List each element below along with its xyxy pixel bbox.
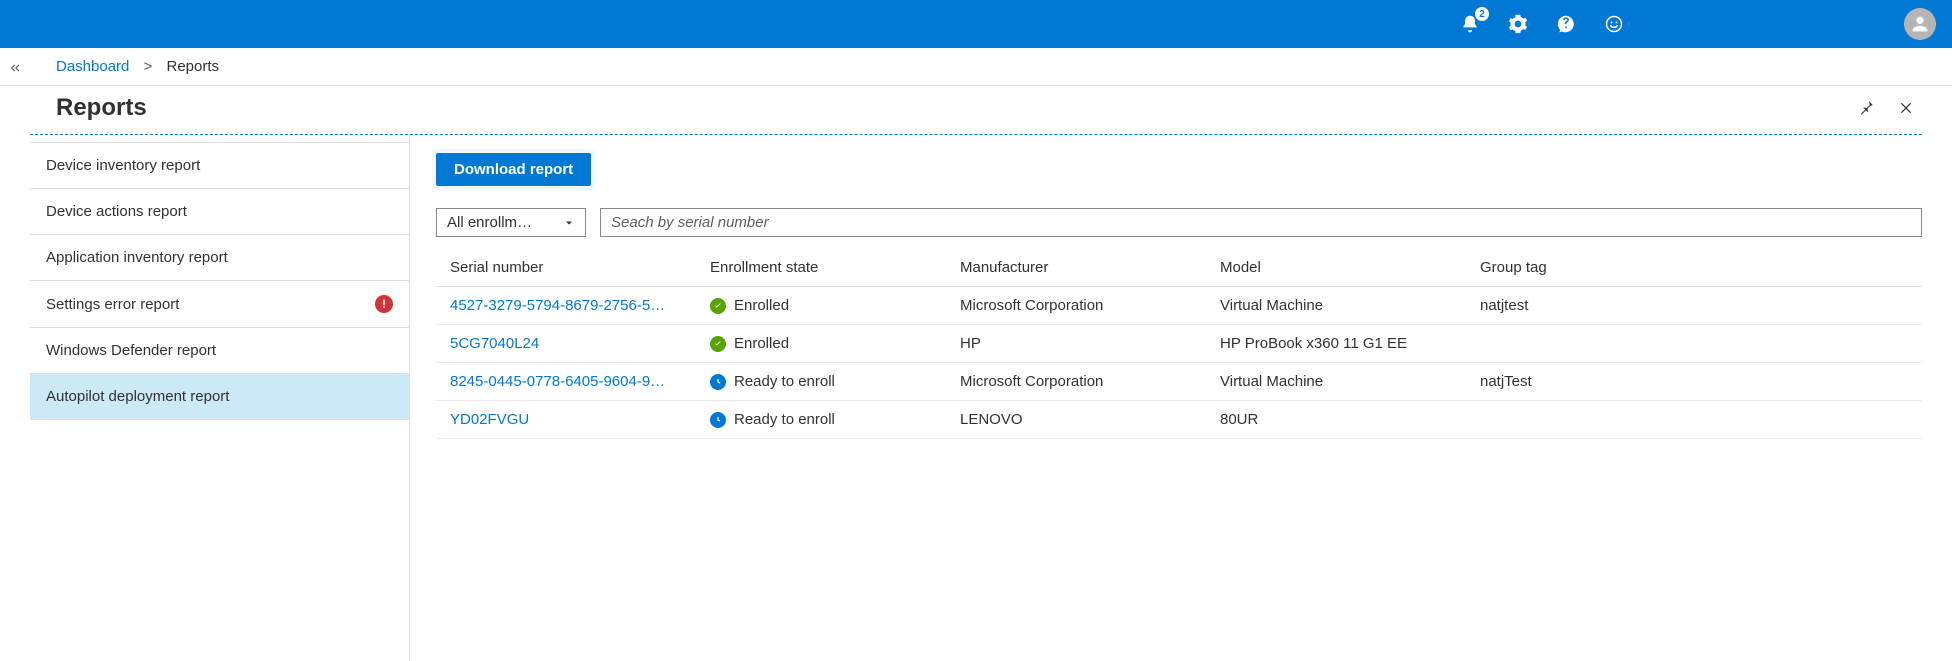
breadcrumb-current: Reports (167, 58, 220, 75)
manufacturer-cell: HP (946, 325, 1206, 363)
user-avatar[interactable] (1904, 8, 1936, 40)
notification-badge: 2 (1474, 6, 1490, 22)
close-button[interactable] (1890, 92, 1922, 124)
serial-link[interactable]: 8245-0445-0778-6405-9604-9… (436, 363, 696, 401)
serial-search-input[interactable] (600, 208, 1922, 237)
col-group-tag[interactable]: Group tag (1466, 249, 1922, 287)
pin-button[interactable] (1850, 92, 1882, 124)
sidebar-item-label: Autopilot deployment report (46, 388, 229, 405)
manufacturer-cell: Microsoft Corporation (946, 363, 1206, 401)
enrollment-state-text: Ready to enroll (734, 373, 835, 390)
sidebar-item-label: Settings error report (46, 296, 179, 313)
enrollment-state-filter[interactable]: All enrollm… (436, 208, 586, 237)
serial-link[interactable]: YD02FVGU (436, 401, 696, 439)
page-title: Reports (56, 94, 1842, 122)
col-model[interactable]: Model (1206, 249, 1466, 287)
sidebar-item-label: Application inventory report (46, 249, 228, 266)
col-serial-number[interactable]: Serial number (436, 249, 696, 287)
model-cell: 80UR (1206, 401, 1466, 439)
sidebar-item-label: Windows Defender report (46, 342, 216, 359)
col-manufacturer[interactable]: Manufacturer (946, 249, 1206, 287)
group-tag-cell (1466, 401, 1922, 439)
global-header: 2 (0, 0, 1952, 48)
enrollment-state-cell: Ready to enroll (696, 363, 946, 401)
notifications-button[interactable]: 2 (1458, 12, 1482, 36)
manufacturer-cell: Microsoft Corporation (946, 287, 1206, 325)
sidebar-item-device-inventory[interactable]: Device inventory report (30, 142, 409, 189)
collapse-nav-button[interactable] (0, 48, 30, 88)
pin-icon (1857, 99, 1875, 117)
manufacturer-cell: LENOVO (946, 401, 1206, 439)
report-list: Device inventory report Device actions r… (30, 135, 410, 661)
enrollment-state-cell: Ready to enroll (696, 401, 946, 439)
chevron-down-icon (563, 217, 575, 229)
page-header: Reports (0, 86, 1952, 134)
col-enrollment-state[interactable]: Enrollment state (696, 249, 946, 287)
enrollment-state-cell: Enrolled (696, 325, 946, 363)
table-row[interactable]: 4527-3279-5794-8679-2756-5… Enrolled Micro… (436, 287, 1922, 325)
content-area: Device inventory report Device actions r… (0, 135, 1952, 661)
sidebar-item-windows-defender[interactable]: Windows Defender report (30, 327, 409, 374)
status-ready-icon (710, 374, 726, 390)
chevron-double-left-icon (8, 61, 22, 75)
status-enrolled-icon (710, 336, 726, 352)
model-cell: Virtual Machine (1206, 287, 1466, 325)
group-tag-cell (1466, 325, 1922, 363)
serial-link[interactable]: 5CG7040L24 (436, 325, 696, 363)
devices-table: Serial number Enrollment state Manufactu… (436, 249, 1922, 439)
sidebar-item-device-actions[interactable]: Device actions report (30, 188, 409, 235)
breadcrumb: Dashboard > Reports (0, 48, 1952, 86)
serial-link[interactable]: 4527-3279-5794-8679-2756-5… (436, 287, 696, 325)
sidebar-item-settings-error[interactable]: Settings error report ! (30, 280, 409, 328)
settings-button[interactable] (1506, 12, 1530, 36)
enrollment-state-text: Ready to enroll (734, 411, 835, 428)
enrollment-state-text: Enrolled (734, 335, 789, 352)
model-cell: HP ProBook x360 11 G1 EE (1206, 325, 1466, 363)
error-badge-icon: ! (375, 295, 393, 313)
help-icon (1556, 14, 1576, 34)
sidebar-item-autopilot-deployment[interactable]: Autopilot deployment report (30, 373, 409, 420)
sidebar-item-label: Device inventory report (46, 157, 200, 174)
filter-row: All enrollm… (436, 208, 1922, 237)
help-button[interactable] (1554, 12, 1578, 36)
person-icon (1909, 13, 1931, 35)
report-detail: Download report All enrollm… Serial numb… (410, 135, 1922, 661)
sidebar-item-application-inventory[interactable]: Application inventory report (30, 234, 409, 281)
header-actions: 2 (1458, 12, 1626, 36)
model-cell: Virtual Machine (1206, 363, 1466, 401)
table-row[interactable]: 8245-0445-0778-6405-9604-9… Ready to enro… (436, 363, 1922, 401)
enrollment-state-cell: Enrolled (696, 287, 946, 325)
status-enrolled-icon (710, 298, 726, 314)
breadcrumb-separator: > (144, 58, 153, 75)
sidebar-item-label: Device actions report (46, 203, 187, 220)
gear-icon (1508, 14, 1528, 34)
filter-label: All enrollm… (447, 214, 532, 231)
table-row[interactable]: 5CG7040L24 Enrolled HPHP ProBook x360 11 G… (436, 325, 1922, 363)
status-ready-icon (710, 412, 726, 428)
close-icon (1898, 100, 1914, 116)
table-row[interactable]: YD02FVGU Ready to enroll LENOVO80UR (436, 401, 1922, 439)
enrollment-state-text: Enrolled (734, 297, 789, 314)
group-tag-cell: natjTest (1466, 363, 1922, 401)
breadcrumb-root-link[interactable]: Dashboard (56, 58, 129, 75)
smile-icon (1604, 14, 1624, 34)
download-report-button[interactable]: Download report (436, 153, 591, 186)
feedback-button[interactable] (1602, 12, 1626, 36)
group-tag-cell: natjtest (1466, 287, 1922, 325)
